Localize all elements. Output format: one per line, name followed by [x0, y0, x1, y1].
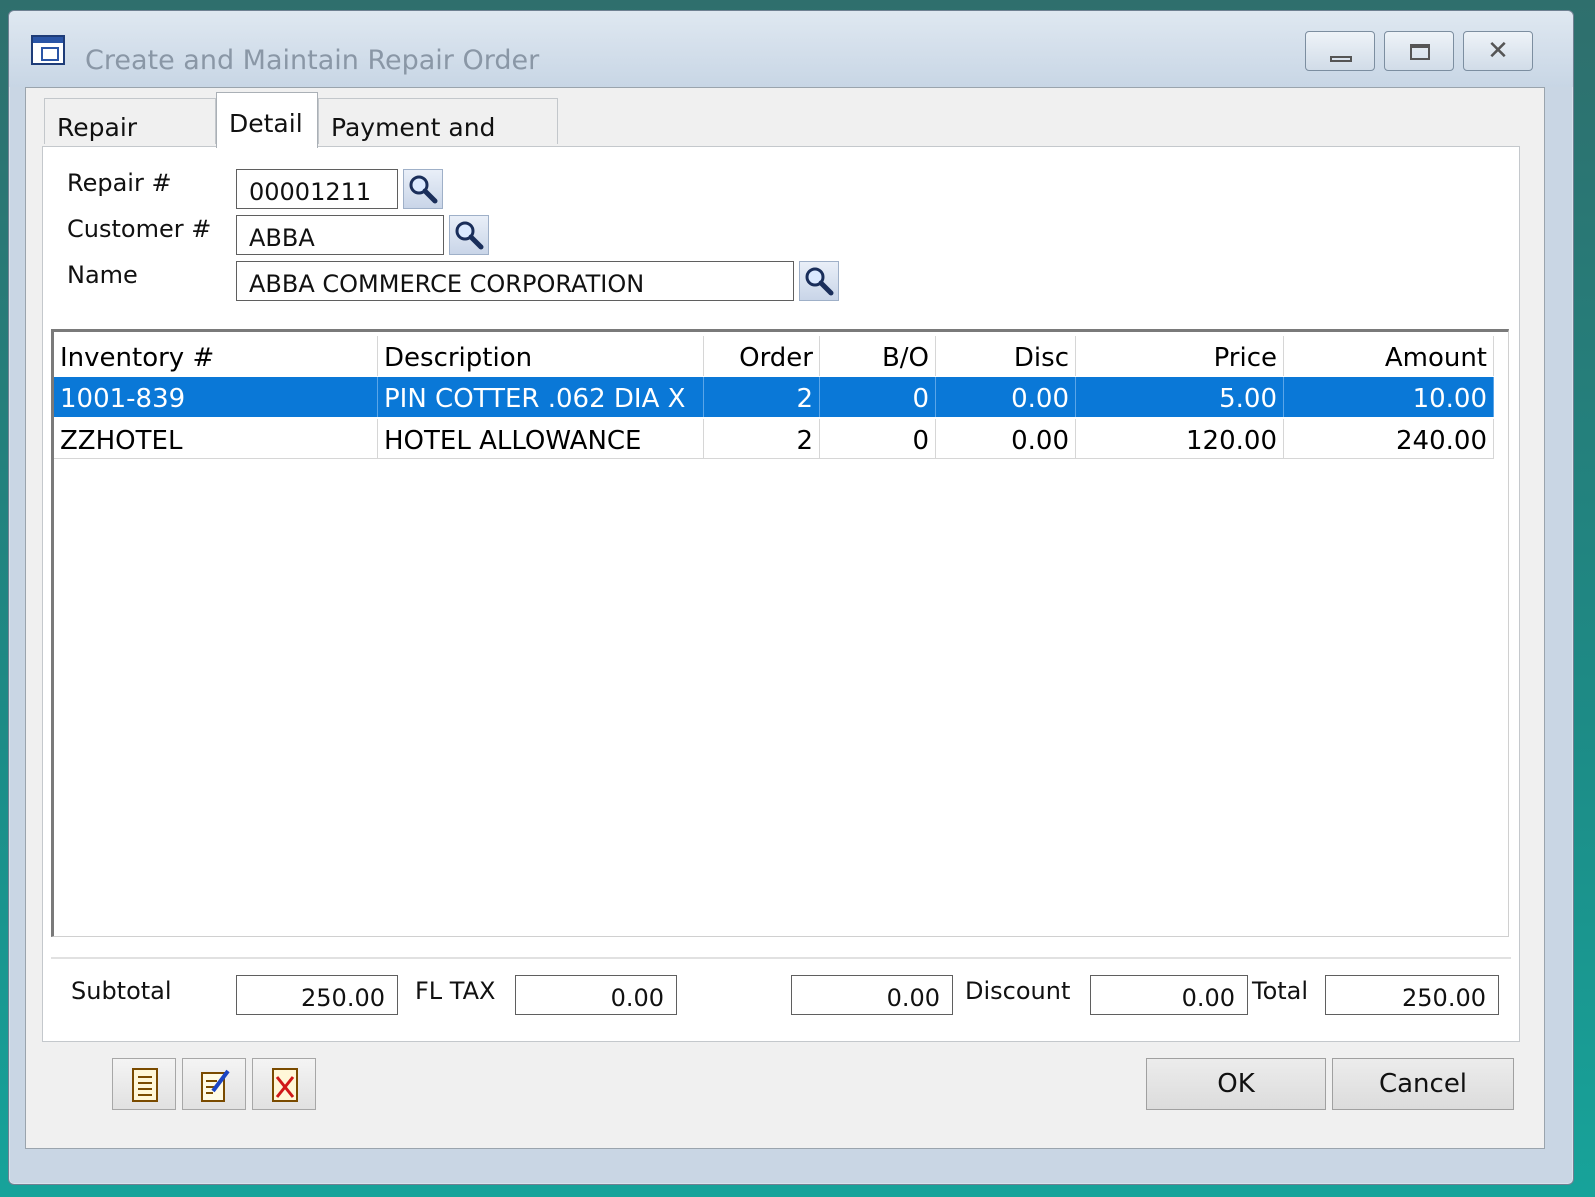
- close-icon: ✕: [1487, 36, 1509, 66]
- tax-label: FL TAX: [415, 977, 496, 1005]
- notes-button[interactable]: [112, 1058, 176, 1110]
- cell-inventory[interactable]: ZZHOTEL: [54, 419, 378, 459]
- cell-price[interactable]: 5.00: [1076, 377, 1284, 417]
- cell-order[interactable]: 2: [704, 419, 820, 459]
- customer-number-field[interactable]: ABBA: [236, 215, 444, 255]
- tab-payment-and-notes[interactable]: Payment and Notes: [318, 98, 558, 171]
- cell-order[interactable]: 2: [704, 377, 820, 417]
- repair-number-field[interactable]: 00001211: [236, 169, 398, 209]
- cell-inventory[interactable]: 1001-839: [54, 377, 378, 417]
- edit-icon: [201, 1069, 230, 1102]
- cell-description[interactable]: PIN COTTER .062 DIA X: [378, 377, 704, 417]
- cell-disc[interactable]: 0.00: [936, 377, 1076, 417]
- tab-repair-order[interactable]: Repair Order: [44, 98, 216, 171]
- line-items-grid[interactable]: Inventory # Description Order B/O Disc P…: [51, 329, 1509, 937]
- column-header-bo[interactable]: B/O: [820, 336, 936, 376]
- subtotal-field[interactable]: 250.00: [236, 975, 398, 1015]
- subtotal-label: Subtotal: [71, 977, 172, 1005]
- cell-amount[interactable]: 240.00: [1284, 419, 1494, 459]
- other-charge-field[interactable]: 0.00: [791, 975, 953, 1015]
- cell-bo[interactable]: 0: [820, 419, 936, 459]
- window-title: Create and Maintain Repair Order: [85, 45, 540, 76]
- totals-divider: [51, 957, 1511, 959]
- cell-disc[interactable]: 0.00: [936, 419, 1076, 459]
- column-header-disc[interactable]: Disc: [936, 336, 1076, 376]
- notes-icon: [132, 1068, 158, 1102]
- customer-number-label: Customer #: [67, 215, 212, 243]
- repair-order-window: Create and Maintain Repair Order ✕ Repai…: [8, 10, 1574, 1185]
- column-header-amount[interactable]: Amount: [1284, 336, 1494, 376]
- title-bar[interactable]: Create and Maintain Repair Order ✕: [9, 11, 1573, 87]
- delete-button[interactable]: [252, 1058, 316, 1110]
- name-label: Name: [67, 261, 138, 289]
- delete-icon: [272, 1068, 298, 1102]
- column-header-price[interactable]: Price: [1076, 336, 1284, 376]
- repair-number-label: Repair #: [67, 169, 172, 197]
- customer-lookup-button[interactable]: [449, 215, 489, 255]
- name-lookup-button[interactable]: [799, 261, 839, 301]
- name-field[interactable]: ABBA COMMERCE CORPORATION: [236, 261, 794, 301]
- cell-description[interactable]: HOTEL ALLOWANCE: [378, 419, 704, 459]
- ok-button[interactable]: OK: [1146, 1058, 1326, 1110]
- grid-header-row: Inventory # Description Order B/O Disc P…: [54, 336, 1494, 376]
- cell-amount[interactable]: 10.00: [1284, 377, 1494, 417]
- search-icon: [805, 267, 834, 296]
- app-icon: [31, 35, 65, 65]
- dialog-client-area: Repair Order Detail Payment and Notes Re…: [25, 87, 1545, 1149]
- discount-field[interactable]: 0.00: [1090, 975, 1248, 1015]
- edit-button[interactable]: [182, 1058, 246, 1110]
- search-icon: [409, 175, 438, 204]
- cell-bo[interactable]: 0: [820, 377, 936, 417]
- table-row[interactable]: 1001-839 PIN COTTER .062 DIA X 2 0 0.00 …: [54, 377, 1494, 417]
- detail-panel: Repair # 00001211 Customer # ABBA Name A…: [42, 146, 1520, 1042]
- close-button[interactable]: ✕: [1463, 31, 1533, 71]
- repair-lookup-button[interactable]: [403, 169, 443, 209]
- table-row[interactable]: ZZHOTEL HOTEL ALLOWANCE 2 0 0.00 120.00 …: [54, 419, 1494, 459]
- search-icon: [455, 221, 484, 250]
- cell-price[interactable]: 120.00: [1076, 419, 1284, 459]
- column-header-description[interactable]: Description: [378, 336, 704, 376]
- minimize-button[interactable]: [1305, 31, 1375, 71]
- discount-label: Discount: [965, 977, 1071, 1005]
- tax-field[interactable]: 0.00: [515, 975, 677, 1015]
- maximize-button[interactable]: [1384, 31, 1454, 71]
- cancel-button[interactable]: Cancel: [1332, 1058, 1514, 1110]
- tab-detail[interactable]: Detail: [216, 92, 318, 148]
- total-label: Total: [1252, 977, 1309, 1005]
- column-header-order[interactable]: Order: [704, 336, 820, 376]
- column-header-inventory[interactable]: Inventory #: [54, 336, 378, 376]
- total-field[interactable]: 250.00: [1325, 975, 1499, 1015]
